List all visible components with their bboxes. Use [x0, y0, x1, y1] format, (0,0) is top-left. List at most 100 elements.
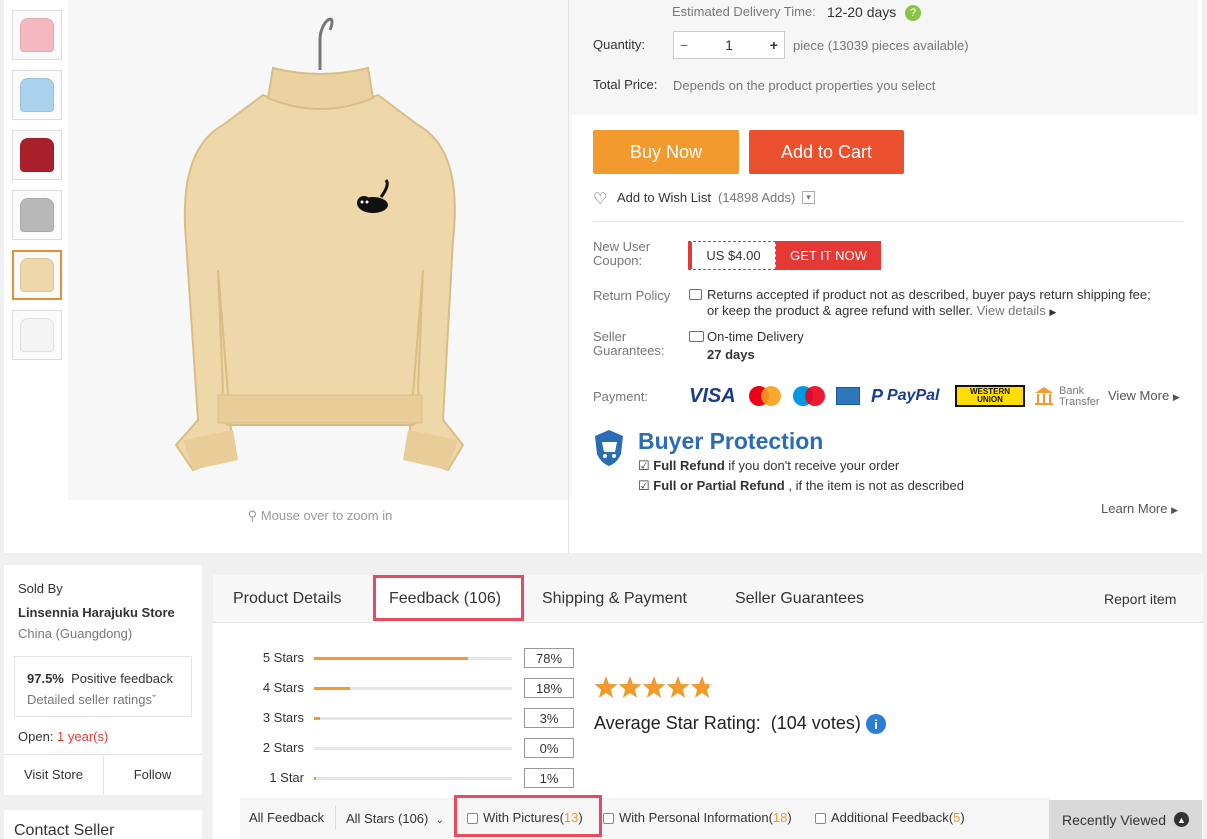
thumbnail-2[interactable] [12, 130, 62, 180]
recently-viewed-button[interactable]: Recently Viewed ▲ [1049, 800, 1202, 839]
tab-seller-guarantees[interactable]: Seller Guarantees [735, 590, 864, 608]
policy-icon [689, 289, 702, 300]
thumbnail-0[interactable] [12, 10, 62, 60]
tab-shipping-payment[interactable]: Shipping & Payment [542, 590, 687, 608]
rating-row: 3 Stars 3% [240, 708, 580, 728]
thumbnail-5[interactable] [12, 310, 62, 360]
detailed-ratings-link[interactable]: Detailed seller ratingsˇ [27, 692, 156, 707]
rating-label: 2 Stars [262, 740, 304, 755]
quantity-note: piece (13039 pieces available) [793, 38, 969, 53]
rating-bar [314, 657, 512, 660]
sweatshirt-image [174, 17, 465, 472]
chevron-down-icon[interactable]: ▾ [802, 191, 815, 204]
amex-icon [836, 385, 860, 407]
bank-transfer-label: Bank Transfer [1059, 385, 1100, 408]
shield-icon [593, 428, 625, 471]
rating-bar [314, 717, 512, 720]
feedback-tab-highlight [373, 575, 524, 621]
help-icon[interactable]: ? [905, 5, 921, 21]
follow-button[interactable]: Follow [103, 767, 202, 782]
rating-row: 1 Star 1% [240, 768, 580, 788]
star-rating-icon [594, 675, 724, 704]
positive-feedback: 97.5% Positive feedback [27, 671, 174, 686]
rating-percent: 1% [524, 768, 574, 788]
learn-more-link[interactable]: Learn More ▶ [1101, 501, 1178, 516]
quantity-value[interactable]: 1 [725, 37, 733, 53]
thumbnail-image [20, 258, 54, 292]
maestro-icon [791, 385, 827, 407]
wishlist-count: (14898 Adds) [718, 190, 796, 205]
delivery-days: 27 days [707, 347, 755, 362]
filter-additional-feedback[interactable]: Additional Feedback(5) [815, 810, 965, 825]
thumbnail-image [20, 318, 54, 352]
open-duration: Open: 1 year(s) [18, 729, 109, 744]
rating-bar-fill [314, 777, 316, 780]
divider [593, 221, 1183, 222]
chevron-down-icon: ⌄ [435, 815, 444, 826]
star-fill-icon [666, 676, 690, 698]
thumbnail-image [20, 138, 54, 172]
view-more-link[interactable]: View More ▶ [1108, 388, 1180, 403]
partial-refund-item: ☑ Full or Partial Refund , if the item i… [638, 478, 964, 493]
view-details-link[interactable]: View details [977, 303, 1046, 318]
filter-all-stars-select[interactable]: All Stars (106) ⌄ [346, 811, 444, 826]
tab-bar [213, 575, 1203, 623]
store-location: China (Guangdong) [18, 626, 133, 641]
rating-label: 4 Stars [262, 680, 304, 695]
truck-icon [689, 331, 704, 342]
thumbnail-image [20, 78, 54, 112]
star-fill-icon [594, 676, 618, 698]
rating-percent: 18% [524, 678, 574, 698]
rating-percent: 0% [524, 738, 574, 758]
on-time-delivery: On-time Delivery [707, 329, 804, 344]
rating-row: 4 Stars 18% [240, 678, 580, 698]
report-item-link[interactable]: Report item [1104, 591, 1176, 607]
rating-bar-fill [314, 717, 320, 720]
heart-icon[interactable]: ♡ [593, 189, 607, 209]
info-icon[interactable]: i [866, 714, 886, 734]
wishlist-link[interactable]: Add to Wish List [617, 190, 711, 205]
seller-guarantees-label: Seller Guarantees: [593, 329, 665, 358]
visit-store-button[interactable]: Visit Store [4, 767, 103, 782]
store-name-link[interactable]: Linsennia Harajuku Store [18, 605, 175, 620]
divider [335, 806, 336, 830]
checkbox[interactable] [603, 813, 614, 825]
get-coupon-button[interactable]: GET IT NOW [776, 241, 881, 270]
filter-all-feedback[interactable]: All Feedback [249, 810, 324, 825]
rating-percent: 78% [524, 648, 574, 668]
thumbnail-1[interactable] [12, 70, 62, 120]
tab-product-details[interactable]: Product Details [233, 590, 342, 608]
rating-bar [314, 687, 512, 690]
payment-label: Payment: [593, 389, 648, 404]
visa-icon: VISA [689, 384, 736, 407]
contact-seller-button[interactable]: Contact Seller [14, 822, 115, 839]
rating-bar-fill [314, 687, 350, 690]
minus-button[interactable]: − [680, 37, 688, 53]
add-to-cart-button[interactable]: Add to Cart [749, 130, 904, 174]
coupon-label: New User Coupon: [593, 239, 651, 268]
rating-label: 5 Stars [262, 650, 304, 665]
rating-row: 2 Stars 0% [240, 738, 580, 758]
chevron-up-icon: ▲ [1174, 812, 1190, 827]
rating-label: 1 Star [269, 770, 304, 785]
checkbox-icon: ☑ [638, 458, 650, 473]
total-price-value: Depends on the product properties you se… [673, 78, 936, 93]
checkbox[interactable] [815, 813, 826, 825]
buy-now-button[interactable]: Buy Now [593, 130, 739, 174]
search-icon: ⚲ [247, 508, 258, 523]
star-fill-icon [642, 676, 666, 698]
quantity-stepper[interactable]: − 1 + [673, 31, 785, 59]
bank-icon [1033, 385, 1055, 407]
mastercard-icon [747, 385, 783, 407]
thumbnail-list [12, 10, 64, 370]
thumbnail-4[interactable] [12, 250, 62, 300]
caret-right-icon: ▶ [1049, 307, 1057, 317]
rating-label: 3 Stars [262, 710, 304, 725]
filter-personal-info[interactable]: With Personal Information(18) [603, 810, 792, 825]
quantity-label: Quantity: [593, 37, 646, 52]
rating-bar-fill [314, 657, 469, 660]
product-main-image[interactable] [68, 0, 572, 500]
thumbnail-3[interactable] [12, 190, 62, 240]
rating-bar [314, 747, 512, 750]
plus-button[interactable]: + [770, 37, 778, 53]
